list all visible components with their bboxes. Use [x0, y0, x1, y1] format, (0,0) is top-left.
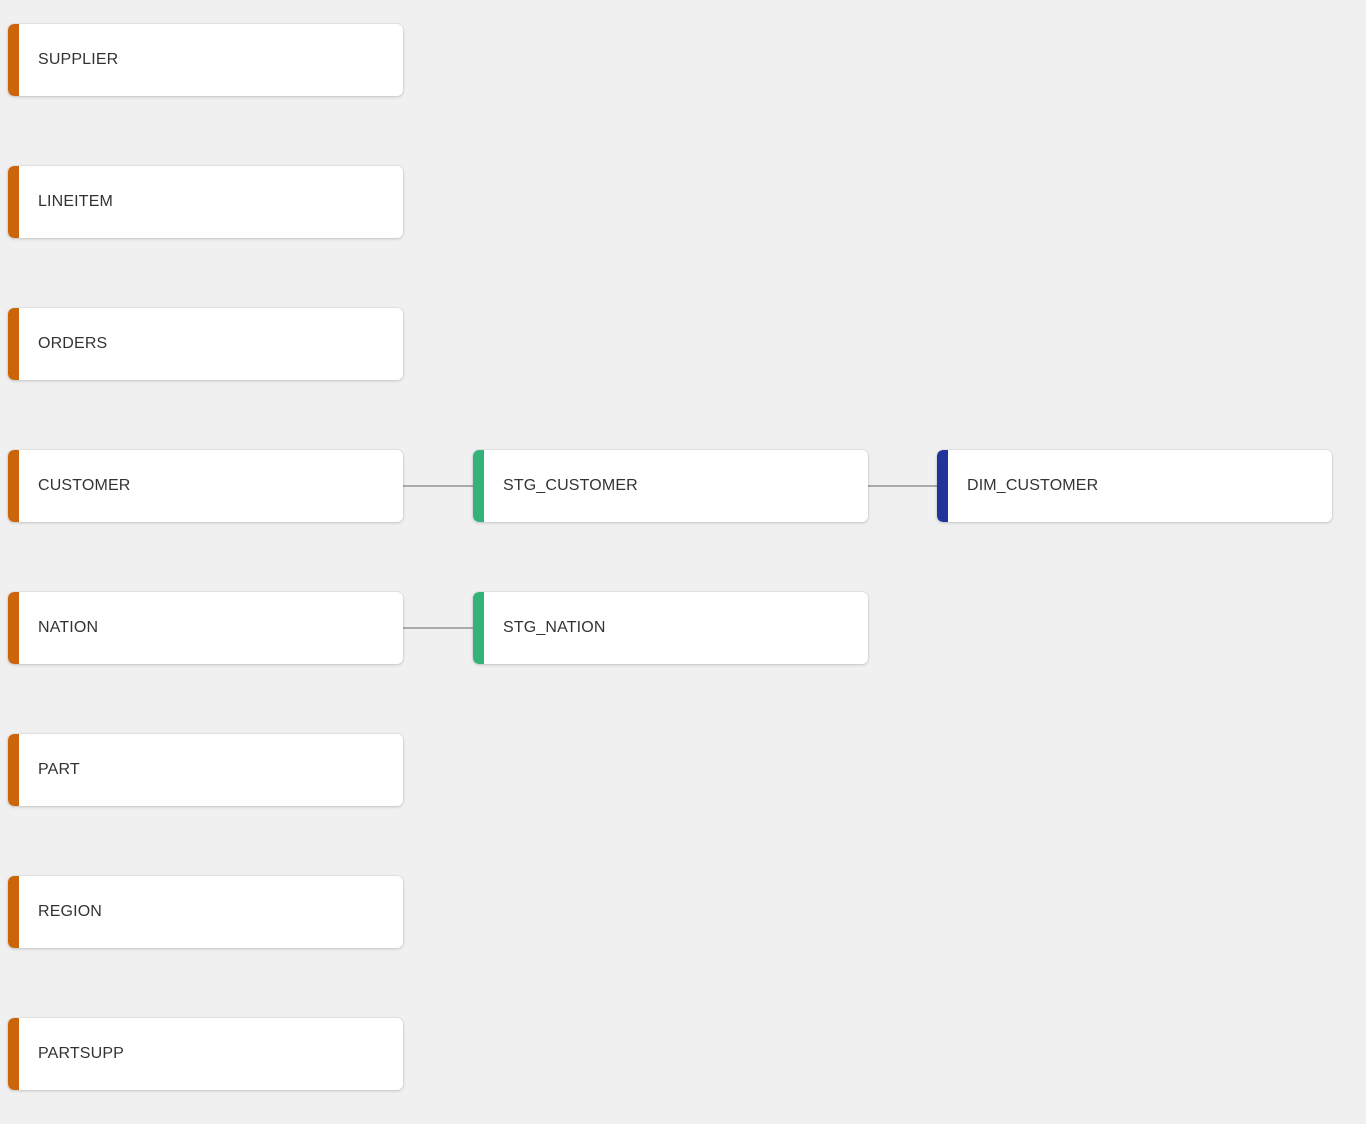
node-body: STG_CUSTOMER [484, 450, 868, 522]
node-body: STG_NATION [484, 592, 868, 664]
node-body: PART [19, 734, 403, 806]
node-partsupp[interactable]: PARTSUPP [8, 1018, 403, 1090]
node-accent-bar-source [8, 876, 19, 948]
node-accent-bar-staging [473, 592, 484, 664]
node-accent-bar-source [8, 24, 19, 96]
node-lineitem[interactable]: LINEITEM [8, 166, 403, 238]
node-accent-bar-source [8, 734, 19, 806]
node-body: ORDERS [19, 308, 403, 380]
node-body: CUSTOMER [19, 450, 403, 522]
node-body: PARTSUPP [19, 1018, 403, 1090]
edge-stg-customer-to-dim-customer [868, 485, 937, 487]
node-body: SUPPLIER [19, 24, 403, 96]
node-part[interactable]: PART [8, 734, 403, 806]
node-dim-customer[interactable]: DIM_CUSTOMER [937, 450, 1332, 522]
node-nation[interactable]: NATION [8, 592, 403, 664]
node-label: REGION [38, 903, 103, 921]
node-accent-bar-source [8, 308, 19, 380]
node-label: PART [38, 761, 80, 779]
node-label: STG_CUSTOMER [503, 477, 638, 495]
node-label: ORDERS [38, 335, 108, 353]
node-label: PARTSUPP [38, 1045, 124, 1063]
node-orders[interactable]: ORDERS [8, 308, 403, 380]
edge-nation-to-stg-nation [403, 627, 473, 629]
node-region[interactable]: REGION [8, 876, 403, 948]
node-customer[interactable]: CUSTOMER [8, 450, 403, 522]
node-label: SUPPLIER [38, 51, 119, 69]
node-accent-bar-dimension [937, 450, 948, 522]
node-accent-bar-source [8, 1018, 19, 1090]
node-body: LINEITEM [19, 166, 403, 238]
node-body: REGION [19, 876, 403, 948]
lineage-canvas: SUPPLIER LINEITEM ORDERS CUSTOMER NATION PART… [0, 0, 1366, 1124]
node-body: NATION [19, 592, 403, 664]
node-supplier[interactable]: SUPPLIER [8, 24, 403, 96]
node-label: NATION [38, 619, 99, 637]
node-accent-bar-source [8, 166, 19, 238]
node-stg-nation[interactable]: STG_NATION [473, 592, 868, 664]
node-label: STG_NATION [503, 619, 606, 637]
node-accent-bar-source [8, 592, 19, 664]
node-accent-bar-staging [473, 450, 484, 522]
edge-customer-to-stg-customer [403, 485, 473, 487]
node-label: DIM_CUSTOMER [967, 477, 1099, 495]
node-stg-customer[interactable]: STG_CUSTOMER [473, 450, 868, 522]
node-label: CUSTOMER [38, 477, 131, 495]
node-accent-bar-source [8, 450, 19, 522]
node-body: DIM_CUSTOMER [948, 450, 1332, 522]
node-label: LINEITEM [38, 193, 113, 211]
